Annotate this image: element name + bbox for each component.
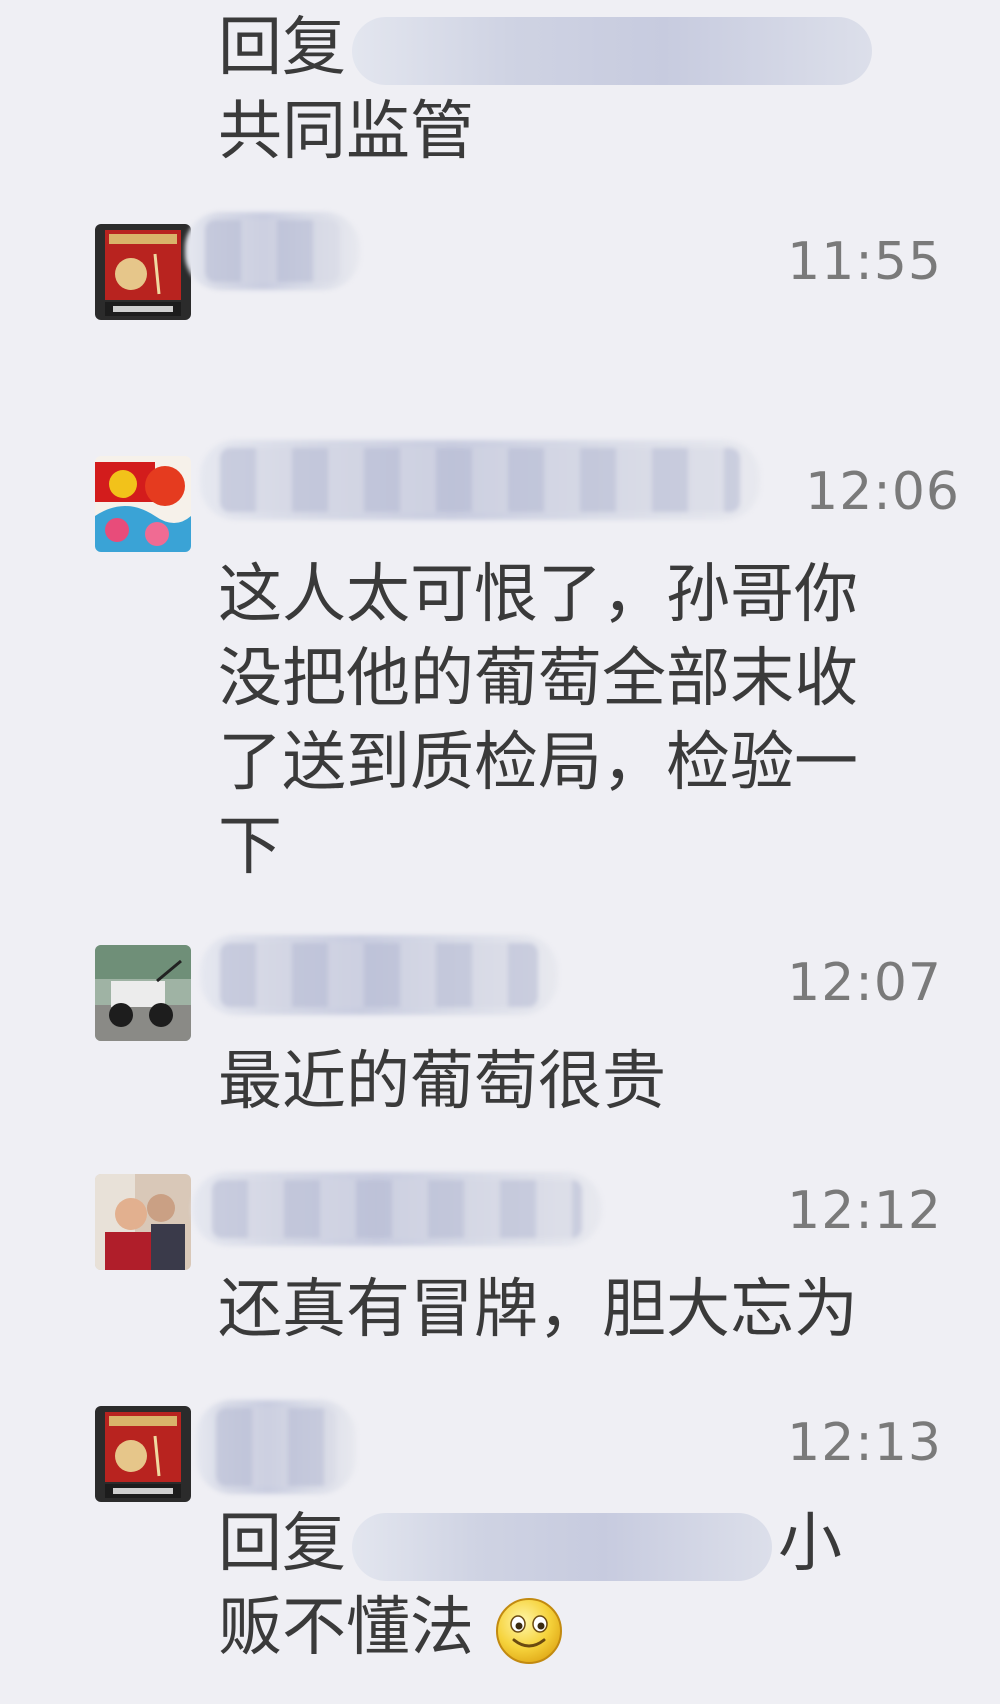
smiley-icon [496, 1598, 563, 1665]
redacted-name [352, 17, 872, 86]
message-line: 了送到质检局，检验一 [218, 726, 858, 800]
message-line-text: 贩不懂法 [218, 1591, 474, 1665]
chat-view: 回复 共同监管 11:55 12:06 这人太可恨了，孙哥你 没把他的葡萄全部末… [0, 0, 1000, 1704]
reply-prefix: 回复 [218, 11, 346, 85]
message-line: 还真有冒牌，胆大忘为 [218, 1273, 858, 1347]
message-text: 还真有冒牌，胆大忘为 [218, 1268, 948, 1352]
avatar[interactable] [95, 1406, 191, 1502]
message-line: 共同监管 [218, 95, 474, 169]
message-line: 这人太可恨了，孙哥你 [218, 558, 858, 632]
message-time: 12:12 [787, 1181, 942, 1241]
redacted-sender-name [185, 212, 360, 290]
redacted-name [352, 1513, 772, 1582]
message-time: 12:13 [787, 1413, 942, 1473]
avatar[interactable] [95, 945, 191, 1041]
message-text: 回复 共同监管 [218, 6, 948, 174]
message-line: 最近的葡萄很贵 [218, 1045, 666, 1119]
message-time: 12:06 [805, 462, 960, 522]
message-line: 没把他的葡萄全部末收 [218, 642, 858, 716]
avatar[interactable] [95, 224, 191, 320]
reply-suffix: 小 [778, 1507, 842, 1581]
message-text: 回复 小 贩不懂法 [218, 1502, 948, 1670]
message-time: 12:07 [787, 953, 942, 1013]
reply-line: 回复 [218, 6, 948, 90]
message-time: 11:55 [787, 232, 942, 292]
message-text: 这人太可恨了，孙哥你 没把他的葡萄全部末收 了送到质检局，检验一 下 [218, 553, 948, 889]
avatar[interactable] [95, 1174, 191, 1270]
redacted-sender-name [196, 1400, 356, 1494]
avatar[interactable] [95, 456, 191, 552]
redacted-sender-name [192, 1172, 602, 1246]
reply-prefix: 回复 [218, 1507, 346, 1581]
reply-line: 回复 小 [218, 1502, 948, 1586]
message-text: 最近的葡萄很贵 [218, 1040, 948, 1124]
redacted-sender-name [200, 935, 558, 1015]
message-line: 下 [218, 810, 282, 884]
message-line: 贩不懂法 [218, 1586, 948, 1670]
redacted-sender-name [200, 440, 760, 520]
